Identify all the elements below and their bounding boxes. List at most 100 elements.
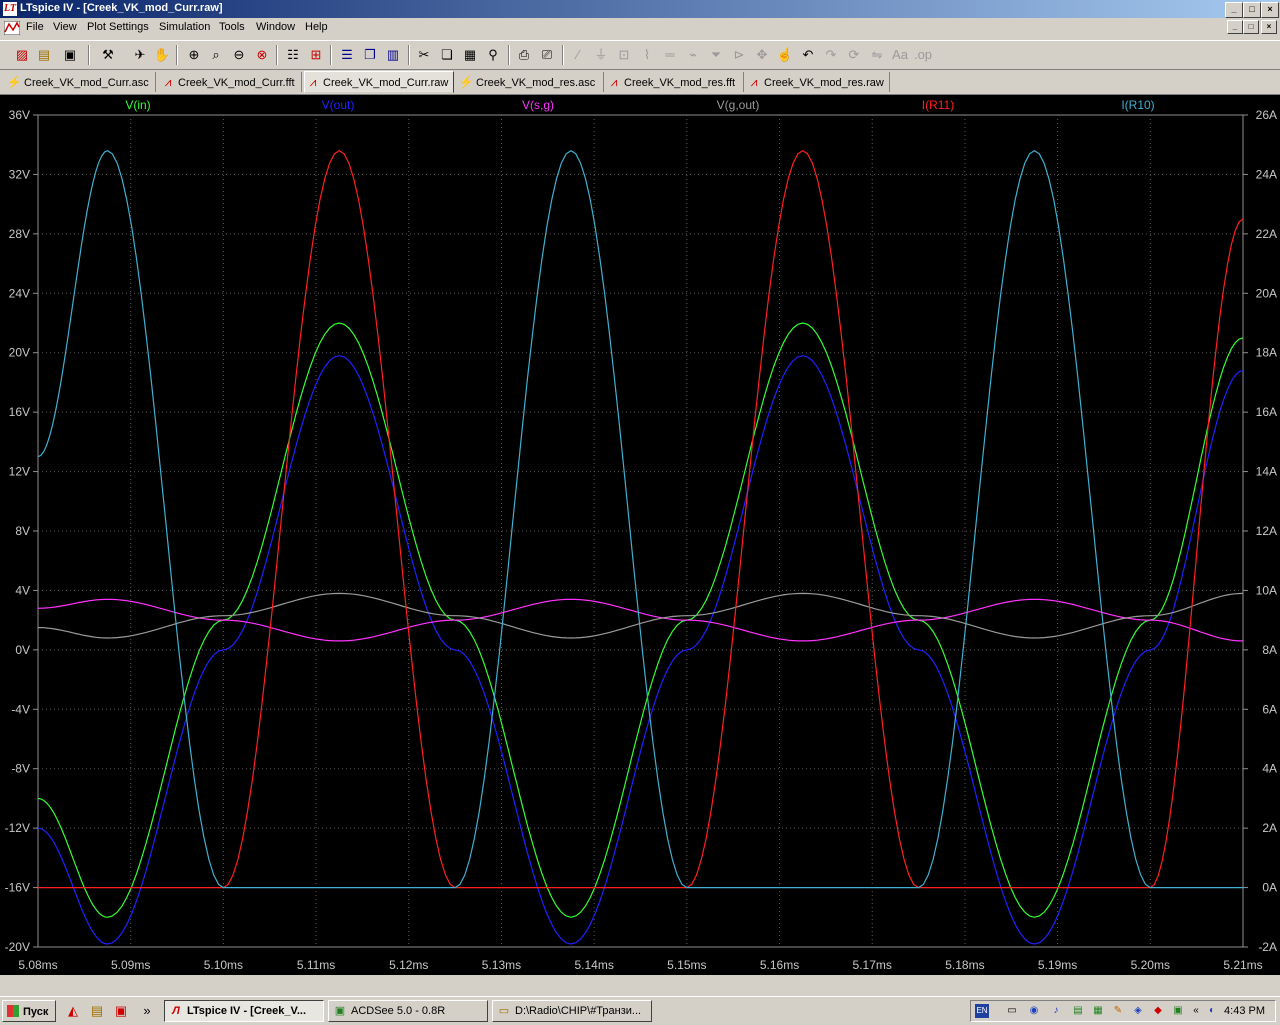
text-icon[interactable]: Aa	[890, 45, 910, 65]
tray-notepad-icon[interactable]: ▭	[1005, 1004, 1019, 1018]
windows-logo-icon	[7, 1005, 19, 1017]
mdi-close-button[interactable]: ×	[1261, 20, 1277, 34]
redo-icon[interactable]: ↷	[821, 45, 841, 65]
tray-monitor-icon[interactable]: ▣	[1171, 1004, 1185, 1018]
waveform-window-icon[interactable]	[4, 21, 20, 35]
quicklaunch-folder-icon[interactable]: ▤	[88, 1002, 106, 1020]
tab-creek-vk-mod-curr-asc[interactable]: ⚡ Creek_VK_mod_Curr.asc	[6, 72, 156, 92]
run-icon[interactable]: ✈	[130, 45, 150, 65]
halt-icon[interactable]: ✋	[152, 45, 172, 65]
toolbar-separator	[176, 45, 178, 65]
open-icon[interactable]: ▤	[34, 45, 54, 65]
tile-vertical-icon[interactable]: ▥	[383, 45, 403, 65]
waveform-plot[interactable]: 5.08ms 5.09ms 5.10ms 5.11ms 5.12ms 5.13ms 5.14…	[0, 95, 1280, 975]
taskbar-button-label: LTspice IV - [Creek_V...	[187, 1005, 307, 1017]
zoom-cancel-icon[interactable]: ⊗	[252, 45, 272, 65]
mirror-icon[interactable]: ⇋	[867, 45, 887, 65]
menu-view[interactable]: View	[53, 21, 77, 33]
menu-plot-settings[interactable]: Plot Settings	[87, 21, 149, 33]
y-right-tick-label: 12A	[1256, 524, 1277, 538]
x-tick-label: 5.12ms	[389, 958, 428, 972]
menu-file[interactable]: File	[26, 21, 44, 33]
acdsee-icon: ▣	[334, 1005, 346, 1017]
find-icon[interactable]: ⚲	[483, 45, 503, 65]
menu-help[interactable]: Help	[305, 21, 328, 33]
tray-calendar-icon[interactable]: ▦	[1091, 1004, 1105, 1018]
tile-horizontal-icon[interactable]: ☰	[337, 45, 357, 65]
spice-directive-icon[interactable]: .op	[913, 45, 933, 65]
minimize-button[interactable]: _	[1225, 2, 1243, 18]
y-right-tick-label: 2A	[1262, 821, 1277, 835]
rotate-icon[interactable]: ⟳	[844, 45, 864, 65]
fit-icon[interactable]: ⊞	[306, 45, 326, 65]
quicklaunch-app-icon[interactable]: ▣	[112, 1002, 130, 1020]
taskbar-button-ltspice[interactable]: Л LTspice IV - [Creek_V...	[164, 1000, 324, 1022]
ltspice-app-icon[interactable]: LT	[3, 2, 17, 16]
y-left-tick-label: -20V	[5, 940, 30, 954]
component-icon[interactable]: ⊳	[729, 45, 749, 65]
print-icon[interactable]: ⎚	[537, 45, 557, 65]
tray-antivirus-icon[interactable]: ◆	[1151, 1004, 1165, 1018]
zoom-in-icon[interactable]: ⊕	[184, 45, 204, 65]
language-indicator[interactable]: EN	[975, 1004, 989, 1018]
tray-expand[interactable]: «	[1189, 1004, 1203, 1018]
inductor-icon[interactable]: ⌁	[683, 45, 703, 65]
tab-label: Creek_VK_mod_res.asc	[476, 77, 596, 89]
mdi-minimize-button[interactable]: _	[1227, 20, 1243, 34]
control-panel-icon[interactable]: ⚒	[98, 45, 118, 65]
waveform-plot-svg[interactable]: 5.08ms 5.09ms 5.10ms 5.11ms 5.12ms 5.13ms 5.14…	[0, 95, 1280, 975]
y-left-tick-label: 20V	[9, 346, 30, 360]
new-schematic-icon[interactable]: ▨	[12, 45, 32, 65]
copy-icon[interactable]: ❏	[437, 45, 457, 65]
menu-window[interactable]: Window	[256, 21, 295, 33]
ground-icon[interactable]: ⏚	[591, 45, 611, 65]
quicklaunch-acrobat-icon[interactable]: ◭	[64, 1002, 82, 1020]
trace-i-r11	[38, 149, 1244, 889]
taskbar-button-acdsee[interactable]: ▣ ACDSee 5.0 - 0.8R	[328, 1000, 488, 1022]
start-label: Пуск	[23, 1006, 49, 1018]
y-left-tick-label: 16V	[9, 405, 30, 419]
resistor-icon[interactable]: ⌇	[637, 45, 657, 65]
tray-network-icon[interactable]: ◉	[1027, 1004, 1041, 1018]
tab-creek-vk-mod-curr-fft[interactable]: ⩘ Creek_VK_mod_Curr.fft	[160, 72, 302, 92]
tab-creek-vk-mod-res-fft[interactable]: ⩘ Creek_VK_mod_res.fft	[606, 72, 744, 92]
close-button[interactable]: ×	[1261, 2, 1279, 18]
label-icon[interactable]: ⊡	[614, 45, 634, 65]
start-button[interactable]: Пуск	[2, 1000, 56, 1022]
save-icon[interactable]: ▣	[60, 45, 80, 65]
zoom-out-icon[interactable]: ⊖	[229, 45, 249, 65]
maximize-button[interactable]: □	[1243, 2, 1261, 18]
paste-icon[interactable]: ▦	[460, 45, 480, 65]
tab-creek-vk-mod-res-raw[interactable]: ⩘ Creek_VK_mod_res.raw	[746, 72, 890, 92]
tab-creek-vk-mod-res-asc[interactable]: ⚡ Creek_VK_mod_res.asc	[458, 72, 604, 92]
y-left-tick-label: 24V	[9, 286, 30, 300]
x-tick-label: 5.14ms	[574, 958, 613, 972]
schematic-icon: ⚡	[6, 75, 22, 89]
capacitor-icon[interactable]: ═	[660, 45, 680, 65]
zoom-area-icon[interactable]: ⌕	[206, 45, 226, 65]
tray-sync-icon[interactable]: ◐	[1205, 1004, 1219, 1018]
menu-simulation[interactable]: Simulation	[159, 21, 210, 33]
taskbar-button-explorer[interactable]: ▭ D:\Radio\CHIP\#Транзи...	[492, 1000, 652, 1022]
mdi-restore-button[interactable]: □	[1243, 20, 1259, 34]
waveform-icon: ⩘	[610, 75, 618, 89]
autoscale-icon[interactable]: ☷	[283, 45, 303, 65]
menu-tools[interactable]: Tools	[219, 21, 245, 33]
tray-volume-icon[interactable]: ♪	[1049, 1004, 1063, 1018]
move-icon[interactable]: ✥	[752, 45, 772, 65]
cut-icon[interactable]: ✂	[414, 45, 434, 65]
tab-label: Creek_VK_mod_res.fft	[624, 77, 736, 89]
print-preview-icon[interactable]: ⎙	[514, 45, 534, 65]
tray-security-icon[interactable]: ◈	[1131, 1004, 1145, 1018]
undo-icon[interactable]: ↶	[798, 45, 818, 65]
tab-creek-vk-mod-curr-raw[interactable]: ⩘ Creek_VK_mod_Curr.raw	[304, 71, 454, 93]
tray-tool-icon[interactable]: ✎	[1111, 1004, 1125, 1018]
cascade-icon[interactable]: ❐	[360, 45, 380, 65]
tray-app-icon[interactable]: ▤	[1071, 1004, 1085, 1018]
quicklaunch-more[interactable]: »	[138, 1002, 156, 1020]
wire-icon[interactable]: ∕	[568, 45, 588, 65]
diode-icon[interactable]: ⏷	[706, 45, 726, 65]
x-tick-label: 5.20ms	[1131, 958, 1170, 972]
drag-icon[interactable]: ☝	[775, 45, 795, 65]
x-tick-label: 5.13ms	[482, 958, 521, 972]
